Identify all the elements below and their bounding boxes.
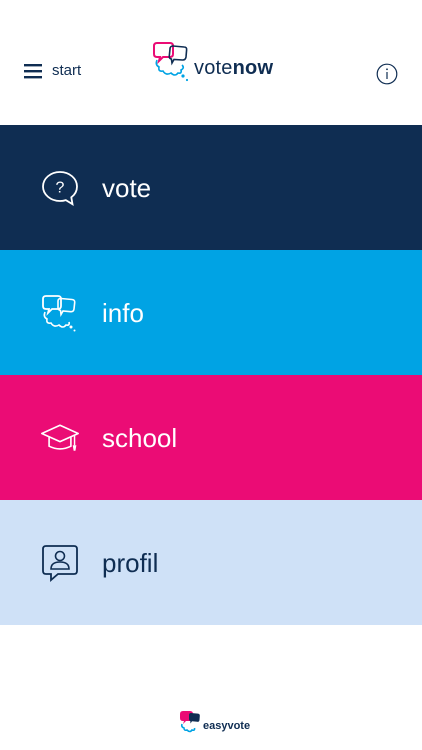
footer-brand-label: easyvote	[203, 720, 251, 732]
app-logo: votenow	[150, 40, 273, 86]
tile-school-label: school	[102, 423, 178, 453]
profile-bubble-icon	[42, 545, 78, 582]
hamburger-icon	[24, 63, 42, 78]
app-header: start votenow	[0, 0, 422, 125]
logo-wordmark: votenow	[194, 57, 274, 79]
svg-text:?: ?	[56, 180, 65, 197]
tile-school[interactable]: school	[0, 375, 422, 500]
tile-info[interactable]: info	[0, 250, 422, 375]
tile-vote-label: vote	[102, 173, 152, 203]
menu-button[interactable]: start	[24, 62, 81, 79]
question-bubble-icon: ?	[42, 171, 78, 207]
easyvote-logo-icon	[180, 711, 200, 733]
tile-info-label: info	[102, 298, 144, 328]
tile-profil[interactable]: profil	[0, 500, 422, 625]
footer-brand: easyvote	[178, 709, 250, 733]
graduation-cap-icon	[41, 424, 79, 451]
info-icon[interactable]	[376, 63, 398, 85]
votenow-logo-icon	[153, 42, 189, 82]
tile-vote[interactable]: ? vote	[0, 125, 422, 250]
menu-label: start	[52, 62, 82, 79]
chat-bubbles-icon	[42, 295, 76, 332]
tile-profil-label: profil	[102, 548, 159, 578]
